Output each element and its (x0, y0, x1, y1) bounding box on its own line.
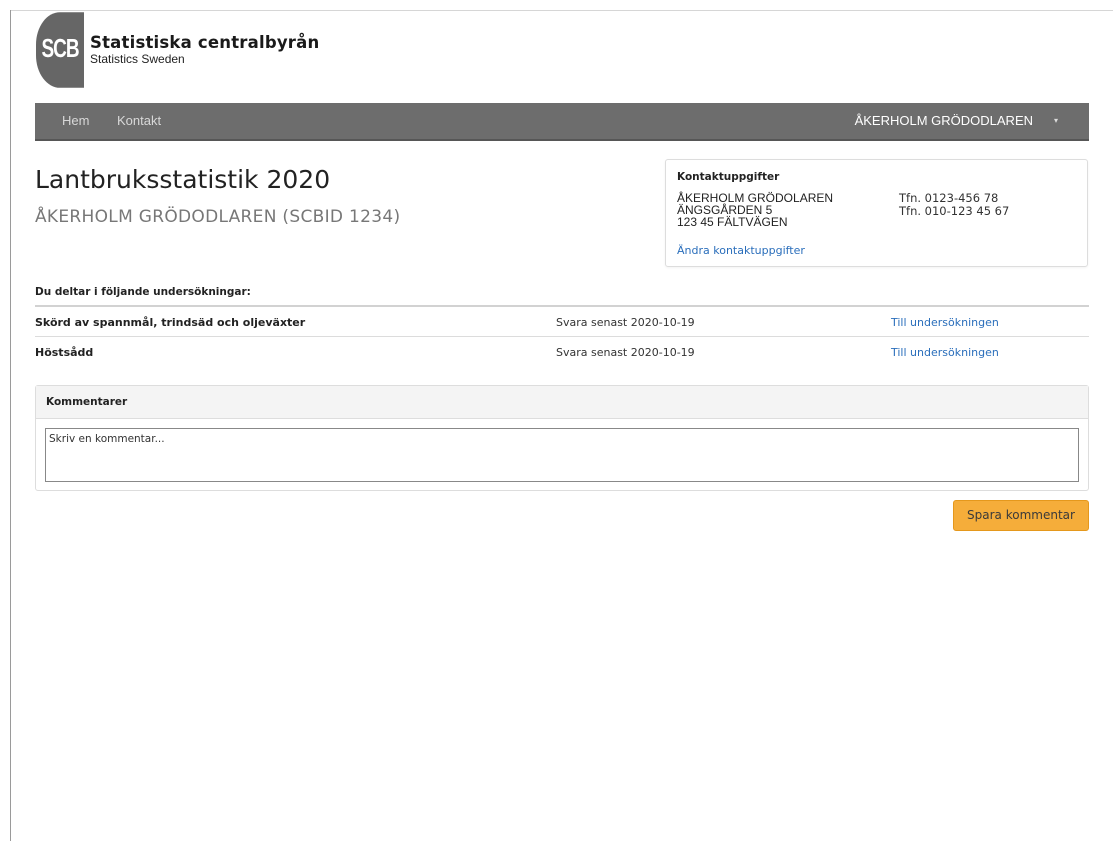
page-subtitle: ÅKERHOLM GRÖDODLAREN (SCBID 1234) (35, 207, 401, 227)
logo-title: Statistiska centralbyrån (90, 33, 320, 53)
surveys-heading: Du deltar i följande undersökningar: (35, 286, 251, 298)
scb-logo[interactable]: SCB Statistiska centralbyrån Statistics … (36, 12, 319, 88)
comment-input[interactable] (45, 428, 1079, 482)
contact-phone-2: Tfn. 010-123 45 67 (899, 204, 1010, 218)
contact-heading: Kontaktuppgifter (677, 171, 780, 183)
surveys-table: Skörd av spannmål, trindsäd och oljeväxt… (35, 305, 1089, 367)
nav-contact-link[interactable]: Kontakt (117, 103, 161, 139)
contact-address-line2: 123 45 FÄLTVÄGEN (677, 215, 788, 229)
contact-panel: Kontaktuppgifter ÅKERHOLM GRÖDOLAREN ÄNG… (665, 159, 1088, 267)
survey-deadline: Svara senast 2020-10-19 (556, 316, 695, 329)
save-comment-button[interactable]: Spara kommentar (953, 500, 1089, 531)
top-navbar: Hem Kontakt ÅKERHOLM GRÖDODLAREN ▾ (35, 103, 1089, 141)
logo-text: Statistiska centralbyrån Statistics Swed… (90, 35, 319, 65)
survey-link[interactable]: Till undersökningen (891, 316, 999, 329)
window-top-border (10, 10, 1113, 11)
comments-heading: Kommentarer (36, 386, 1088, 419)
contact-address: ÅKERHOLM GRÖDOLAREN ÄNGSGÅRDEN 5 123 45 … (677, 192, 833, 228)
nav-home-link[interactable]: Hem (62, 103, 89, 139)
chevron-down-icon[interactable]: ▾ (1054, 103, 1058, 139)
contact-phones: Tfn. 0123-456 78 Tfn. 010-123 45 67 (899, 192, 1009, 218)
edit-contact-link[interactable]: Ändra kontaktuppgifter (677, 244, 805, 257)
comments-panel: Kommentarer (35, 385, 1089, 491)
survey-deadline: Svara senast 2020-10-19 (556, 346, 695, 359)
table-row: Höstsådd Svara senast 2020-10-19 Till un… (35, 336, 1089, 367)
survey-link[interactable]: Till undersökningen (891, 346, 999, 359)
table-row: Skörd av spannmål, trindsäd och oljeväxt… (35, 305, 1089, 336)
survey-name: Höstsådd (35, 346, 94, 359)
logo-subtitle: Statistics Sweden (90, 51, 185, 66)
survey-name: Skörd av spannmål, trindsäd och oljeväxt… (35, 316, 306, 329)
scb-logo-icon: SCB (36, 12, 84, 88)
window-left-border (10, 10, 11, 841)
user-menu[interactable]: ÅKERHOLM GRÖDODLAREN (855, 103, 1033, 139)
page-title: Lantbruksstatistik 2020 (35, 165, 331, 194)
